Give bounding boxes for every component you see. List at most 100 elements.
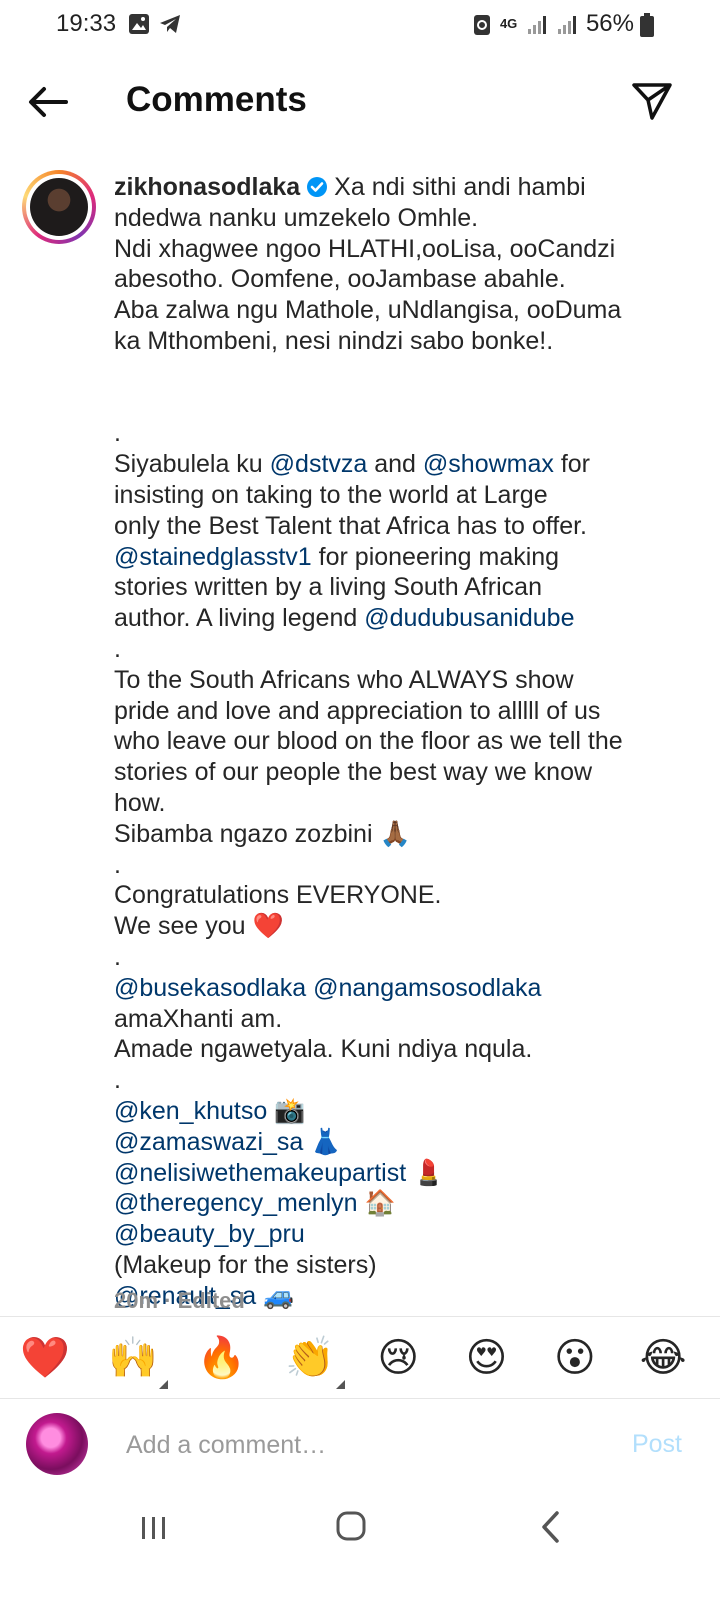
reaction-emoji-button[interactable]: 😂 bbox=[633, 1336, 693, 1380]
caption-line: ndedwa nanku umzekelo Omhle. bbox=[114, 203, 694, 234]
mention-link[interactable]: @dstvza bbox=[270, 450, 368, 478]
mention-link[interactable]: @busekasodlaka bbox=[114, 974, 306, 1002]
caption-line: insisting on taking to the world at Larg… bbox=[114, 480, 694, 511]
caption-line: zikhonasodlaka Xa ndi sithi andi hambi bbox=[114, 172, 694, 203]
telegram-icon bbox=[160, 15, 180, 33]
reaction-emoji-button[interactable]: 😮 bbox=[545, 1336, 605, 1380]
mention-link[interactable]: @beauty_by_pru bbox=[114, 1220, 305, 1248]
reaction-emoji-button[interactable]: 😍 bbox=[457, 1336, 517, 1380]
caption-segment: Siyabulela ku bbox=[114, 450, 270, 479]
caption-segment: author. A living legend bbox=[114, 604, 365, 633]
caption-line: Ndi xhagwee ngoo HLATHI,ooLisa, ooCandzi bbox=[114, 234, 694, 265]
comment-input[interactable] bbox=[124, 1422, 598, 1468]
reaction-emoji-button[interactable]: 🙌 bbox=[103, 1336, 163, 1380]
caption-segment: pride and love and appreciation to allll… bbox=[114, 696, 601, 725]
post-button[interactable]: Post bbox=[632, 1430, 682, 1459]
reaction-emoji-button[interactable]: 🔥 bbox=[192, 1336, 252, 1380]
caption-line: only the Best Talent that Africa has to … bbox=[114, 511, 694, 542]
mention-link[interactable]: @stainedglasstv1 bbox=[114, 543, 312, 571]
mention-link[interactable]: @nangamsosodlaka bbox=[313, 974, 541, 1002]
caption-segment: and bbox=[367, 450, 423, 479]
caption-segment: ndedwa nanku umzekelo Omhle. bbox=[114, 203, 479, 232]
caption-segment: . bbox=[114, 419, 121, 448]
caption-line: @theregency_menlyn 🏠 bbox=[114, 1188, 694, 1219]
skin-tone-indicator bbox=[159, 1380, 169, 1389]
caption-segment: We see you ❤️ bbox=[114, 912, 284, 941]
caption-segment: (Makeup for the sisters) bbox=[114, 1250, 377, 1279]
gallery-icon bbox=[129, 14, 149, 34]
status-time: 19:33 bbox=[56, 10, 117, 37]
arrow-left-icon[interactable] bbox=[26, 82, 70, 122]
meta-separator: · bbox=[164, 1288, 172, 1313]
battery-icon bbox=[640, 13, 654, 37]
caption-segment: amaXhanti am. bbox=[114, 1004, 283, 1033]
caption-line: . bbox=[114, 850, 694, 881]
skin-tone-indicator bbox=[335, 1380, 345, 1389]
caption-segment: Amade ngawetyala. Kuni ndiya nqula. bbox=[114, 1035, 533, 1064]
reaction-emoji-button[interactable]: 😢 bbox=[368, 1336, 428, 1380]
mention-link[interactable]: @showmax bbox=[423, 450, 554, 478]
status-bar: 19:33 4G 56% bbox=[0, 0, 720, 52]
caption-segment: abesotho. Oomfene, ooJambase abahle. bbox=[114, 265, 566, 294]
mention-link[interactable]: @zamaswazi_sa bbox=[114, 1128, 303, 1156]
caption-line: ka Mthombeni, nesi nindzi sabo bonke!. bbox=[114, 326, 694, 357]
caption-segment: Ndi xhagwee ngoo HLATHI,ooLisa, ooCandzi bbox=[114, 234, 616, 263]
caption-line: To the South Africans who ALWAYS show bbox=[114, 665, 694, 696]
caption-segment: 🏠 bbox=[357, 1189, 396, 1218]
mention-link[interactable]: @theregency_menlyn bbox=[114, 1189, 358, 1217]
caption-line bbox=[114, 388, 694, 419]
caption-line: Amade ngawetyala. Kuni ndiya nqula. bbox=[114, 1034, 694, 1065]
caption-line: . bbox=[114, 942, 694, 973]
caption-line: . bbox=[114, 418, 694, 449]
data-saver-icon bbox=[473, 15, 490, 35]
caption-segment: stories of our people the best way we kn… bbox=[114, 758, 593, 787]
caption-line: stories of our people the best way we kn… bbox=[114, 757, 694, 788]
author-avatar[interactable] bbox=[22, 170, 96, 244]
caption-line: @stainedglasstv1 for pioneering making bbox=[114, 542, 694, 573]
divider bbox=[0, 1398, 720, 1399]
mention-link[interactable]: @ken_khutso bbox=[114, 1097, 267, 1125]
verified-badge-icon bbox=[307, 177, 328, 197]
caption-segment: Aba zalwa ngu Mathole, uNdlangisa, ooDum… bbox=[114, 296, 622, 325]
divider bbox=[0, 1316, 720, 1317]
caption-segment: for bbox=[553, 450, 591, 479]
caption-line: Sibamba ngazo zozbini 🙏🏾 bbox=[114, 819, 694, 850]
caption-segment: . bbox=[114, 850, 121, 879]
author-username[interactable]: zikhonasodlaka bbox=[114, 173, 300, 201]
caption-segment: 🚙 bbox=[256, 1281, 295, 1310]
caption-line: author. A living legend @dudubusanidube bbox=[114, 603, 694, 634]
comment-meta: 20m · Edited bbox=[114, 1288, 245, 1314]
caption-segment: Congratulations EVERYONE. bbox=[114, 881, 442, 910]
caption-text: zikhonasodlaka Xa ndi sithi andi hambi nde… bbox=[114, 172, 694, 1311]
caption-segment: who leave our blood on the floor as we t… bbox=[114, 727, 623, 756]
home-icon[interactable] bbox=[336, 1511, 366, 1541]
caption-line: amaXhanti am. bbox=[114, 1004, 694, 1035]
caption-segment: . bbox=[114, 634, 121, 663]
caption-line: Aba zalwa ngu Mathole, uNdlangisa, ooDum… bbox=[114, 295, 694, 326]
caption-segment: 📸 bbox=[267, 1096, 306, 1125]
reaction-emoji-button[interactable]: ❤️ bbox=[15, 1336, 75, 1380]
caption-line: . bbox=[114, 1065, 694, 1096]
caption-segment: stories written by a living South Africa… bbox=[114, 573, 542, 602]
caption-segment: Sibamba ngazo zozbini 🙏🏾 bbox=[114, 819, 411, 848]
mention-link[interactable]: @nelisiwethemakeupartist bbox=[114, 1159, 406, 1187]
back-icon[interactable] bbox=[540, 1511, 562, 1543]
caption-segment: . bbox=[114, 942, 121, 971]
caption-line: @zamaswazi_sa 👗 bbox=[114, 1127, 694, 1158]
caption-line: (Makeup for the sisters) bbox=[114, 1250, 694, 1281]
reaction-emoji-button[interactable]: 👏 bbox=[280, 1336, 340, 1380]
page-title: Comments bbox=[126, 80, 307, 119]
recents-icon[interactable] bbox=[140, 1516, 168, 1540]
network-type: 4G bbox=[499, 16, 518, 31]
paper-plane-icon[interactable] bbox=[630, 78, 674, 122]
caption-segment: 💄 bbox=[406, 1158, 445, 1187]
caption-segment: only the Best Talent that Africa has to … bbox=[114, 511, 587, 540]
header: Comments bbox=[0, 60, 720, 140]
battery-percent: 56% bbox=[585, 10, 634, 37]
caption-segment: ka Mthombeni, nesi nindzi sabo bonke!. bbox=[114, 326, 554, 355]
caption-line: Congratulations EVERYONE. bbox=[114, 880, 694, 911]
mention-link[interactable]: @dudubusanidube bbox=[364, 604, 574, 632]
signal-icon bbox=[557, 16, 576, 34]
signal-icon bbox=[527, 16, 546, 34]
caption-segment: To the South Africans who ALWAYS show bbox=[114, 665, 574, 694]
